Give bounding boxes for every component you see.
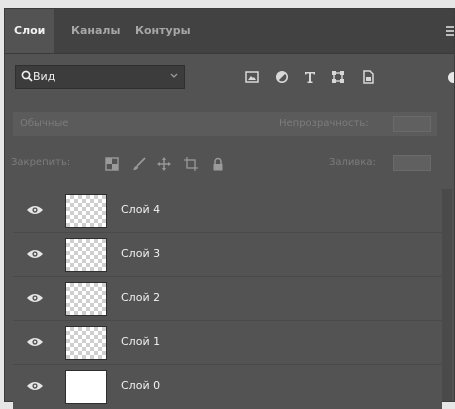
layer-thumbnail bbox=[65, 370, 107, 404]
lock-all-icon[interactable] bbox=[211, 157, 225, 171]
fill-label: Заливка: bbox=[329, 157, 376, 168]
artboard-lock-icon[interactable] bbox=[184, 157, 198, 171]
adjustment-filter-icon[interactable] bbox=[275, 70, 289, 84]
chevron-down-icon bbox=[170, 73, 178, 78]
layer-thumbnail bbox=[65, 238, 107, 272]
layer-row[interactable]: Слой 3 bbox=[13, 233, 442, 277]
eye-icon[interactable] bbox=[26, 204, 44, 216]
shape-filter-icon[interactable] bbox=[331, 70, 345, 84]
layer-name: Слой 3 bbox=[121, 247, 161, 260]
layer-list-scrollbar[interactable] bbox=[442, 189, 452, 401]
blend-mode-dropdown[interactable]: Обычные Непрозрачность: bbox=[13, 112, 437, 136]
move-icon[interactable] bbox=[157, 157, 171, 171]
filter-kind-label: Вид bbox=[33, 70, 56, 83]
filter-toggle-switch[interactable] bbox=[448, 72, 454, 83]
eye-icon[interactable] bbox=[26, 380, 44, 392]
blend-mode-value: Обычные bbox=[20, 118, 69, 129]
layer-thumbnail bbox=[65, 282, 107, 316]
search-icon bbox=[21, 70, 33, 82]
panel-menu-icon[interactable] bbox=[446, 26, 454, 36]
layer-list: Слой 4 Слой 3 Слой 2 Слой 1 Слой 0 bbox=[13, 189, 453, 409]
eye-icon[interactable] bbox=[26, 336, 44, 348]
opacity-label: Непрозрачность: bbox=[279, 118, 369, 129]
lock-label: Закрепить: bbox=[11, 157, 71, 168]
layer-name: Слой 2 bbox=[121, 291, 161, 304]
layers-panel: Слои Каналы Контуры Вид Обычные Непрозра… bbox=[4, 8, 455, 409]
brush-icon[interactable] bbox=[132, 157, 146, 171]
eye-icon[interactable] bbox=[26, 248, 44, 260]
layer-row[interactable]: Слой 2 bbox=[13, 277, 442, 321]
panel-tab-bar: Слои Каналы Контуры bbox=[5, 9, 454, 54]
image-filter-icon[interactable] bbox=[245, 70, 259, 84]
smart-object-filter-icon[interactable] bbox=[361, 70, 375, 84]
type-filter-icon[interactable] bbox=[303, 70, 317, 84]
lock-transparent-pixels-icon[interactable] bbox=[105, 157, 119, 171]
layer-name: Слой 1 bbox=[121, 335, 161, 348]
layer-filter-dropdown[interactable]: Вид bbox=[15, 65, 185, 89]
layer-row[interactable]: Слой 4 bbox=[13, 189, 442, 233]
layer-thumbnail bbox=[65, 326, 107, 360]
layer-row[interactable]: Слой 0 bbox=[13, 365, 442, 409]
layer-name: Слой 4 bbox=[121, 203, 161, 216]
tab-layers[interactable]: Слои bbox=[5, 9, 55, 53]
layer-thumbnail bbox=[65, 194, 107, 228]
opacity-field[interactable] bbox=[393, 116, 431, 132]
fill-field[interactable] bbox=[393, 155, 431, 171]
eye-icon[interactable] bbox=[26, 292, 44, 304]
tab-channels[interactable]: Каналы bbox=[71, 9, 120, 53]
layer-row[interactable]: Слой 1 bbox=[13, 321, 442, 365]
layer-name: Слой 0 bbox=[121, 379, 161, 392]
tab-paths[interactable]: Контуры bbox=[135, 9, 191, 53]
